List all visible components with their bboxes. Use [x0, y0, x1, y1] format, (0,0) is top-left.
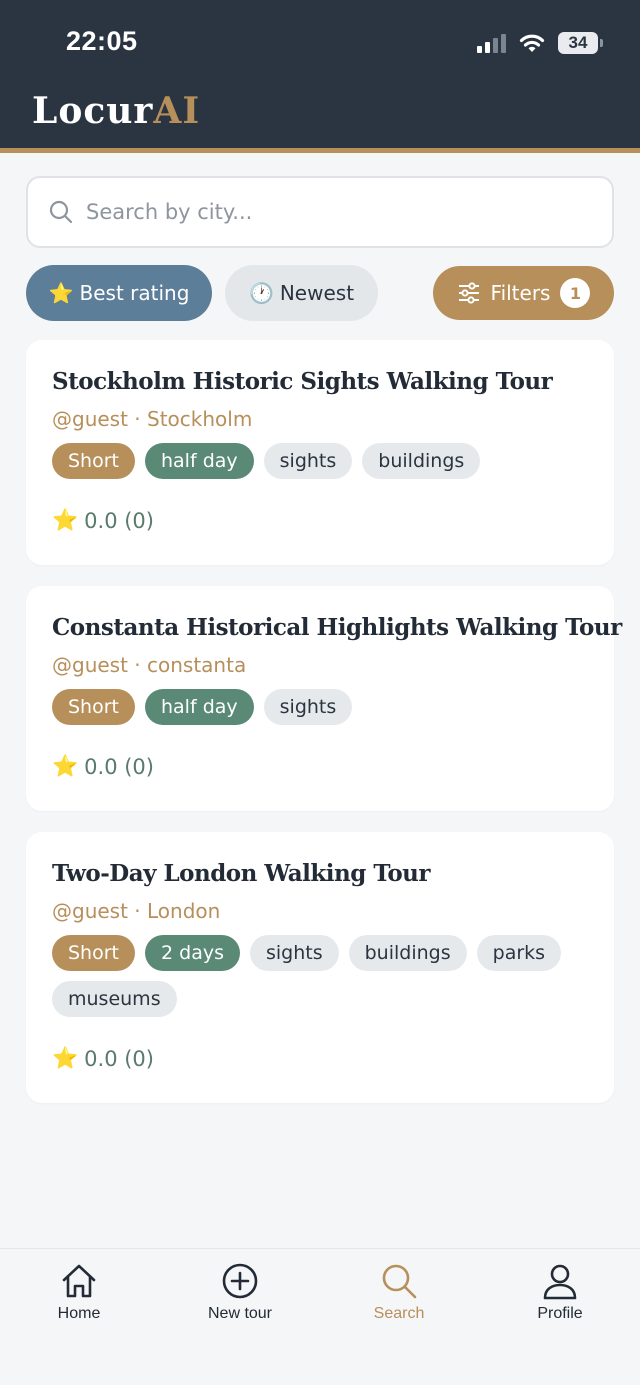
- tag-length: Short: [52, 935, 135, 971]
- chip-label: Best rating: [79, 281, 190, 305]
- nav-label: Search: [373, 1305, 425, 1322]
- nav-search[interactable]: Search: [339, 1261, 459, 1323]
- nav-label: New tour: [207, 1305, 273, 1322]
- bottom-nav: Home New tour Search Profile: [0, 1248, 640, 1385]
- rating-value: 0.0 (0): [84, 1046, 154, 1071]
- tour-card[interactable]: Stockholm Historic Sights Walking Tour @…: [26, 340, 614, 565]
- home-icon: [62, 1264, 96, 1298]
- app-logo: LocurAI: [32, 90, 200, 132]
- tour-card[interactable]: Two-Day London Walking Tour @guest · Lon…: [26, 832, 614, 1103]
- tag-list: Short 2 days sights buildings parks muse…: [52, 935, 588, 1017]
- nav-label: Home: [57, 1305, 101, 1322]
- star-icon: ⭐: [48, 281, 74, 305]
- tag-category: parks: [476, 935, 562, 971]
- filters-label: Filters: [490, 281, 551, 305]
- tag-category: buildings: [348, 935, 467, 971]
- tag-duration: half day: [145, 689, 254, 725]
- tag-category: buildings: [362, 443, 481, 479]
- tag-category: museums: [52, 981, 177, 1017]
- star-icon: ⭐: [52, 508, 79, 532]
- chip-label: Newest: [279, 281, 355, 305]
- rating-value: 0.0 (0): [84, 754, 154, 779]
- brand-text-accent: AI: [153, 90, 201, 132]
- nav-profile[interactable]: Profile: [500, 1261, 620, 1323]
- tour-rating: ⭐ 0.0 (0): [52, 754, 154, 779]
- app-header: 22:05 34 LocurAI: [0, 0, 640, 148]
- tour-meta: @guest · constanta: [52, 653, 247, 677]
- rating-value: 0.0 (0): [84, 508, 154, 533]
- tag-duration: 2 days: [145, 935, 240, 971]
- star-icon: ⭐: [52, 1046, 79, 1070]
- tour-meta: @guest · Stockholm: [52, 407, 253, 431]
- search-input[interactable]: [86, 200, 566, 224]
- clock-icon: 🕐: [248, 281, 274, 305]
- tour-meta: @guest · London: [52, 899, 221, 923]
- tag-length: Short: [52, 689, 135, 725]
- tag-category: sights: [249, 935, 339, 971]
- wifi-icon: [519, 34, 545, 52]
- tag-duration: half day: [145, 443, 254, 479]
- search-bar[interactable]: [26, 176, 614, 248]
- tag-list: Short half day sights buildings: [52, 443, 588, 479]
- nav-home[interactable]: Home: [19, 1261, 139, 1323]
- tag-length: Short: [52, 443, 135, 479]
- search-icon: [49, 200, 73, 224]
- star-icon: ⭐: [52, 754, 79, 778]
- filters-button[interactable]: Filters 1: [433, 266, 614, 320]
- brand-text-primary: Locur: [32, 90, 154, 132]
- nav-label: Profile: [537, 1305, 583, 1322]
- tour-rating: ⭐ 0.0 (0): [52, 1046, 154, 1071]
- plus-circle-icon: [222, 1263, 258, 1299]
- header-divider: [0, 148, 640, 153]
- tag-category: sights: [263, 443, 353, 479]
- tour-rating: ⭐ 0.0 (0): [52, 508, 154, 533]
- sliders-icon: [458, 282, 479, 304]
- sort-newest-chip[interactable]: 🕐 Newest: [225, 265, 378, 321]
- cellular-signal-icon: [477, 33, 506, 53]
- tour-card[interactable]: Constanta Historical Highlights Walking …: [26, 586, 622, 811]
- status-indicators: 34: [477, 30, 603, 56]
- sort-best-rating-chip[interactable]: ⭐ Best rating: [26, 265, 212, 321]
- tour-title: Two-Day London Walking Tour: [52, 860, 431, 887]
- nav-new-tour[interactable]: New tour: [180, 1261, 300, 1323]
- battery-icon: 34: [558, 32, 603, 54]
- status-time: 22:05: [66, 26, 138, 56]
- tag-list: Short half day sights: [52, 689, 588, 725]
- tour-title: Constanta Historical Highlights Walking …: [52, 614, 622, 641]
- filters-count-badge: 1: [560, 278, 591, 308]
- tour-title: Stockholm Historic Sights Walking Tour: [52, 368, 553, 395]
- user-icon: [543, 1264, 577, 1300]
- tag-category: sights: [263, 689, 353, 725]
- search-icon: [382, 1264, 417, 1299]
